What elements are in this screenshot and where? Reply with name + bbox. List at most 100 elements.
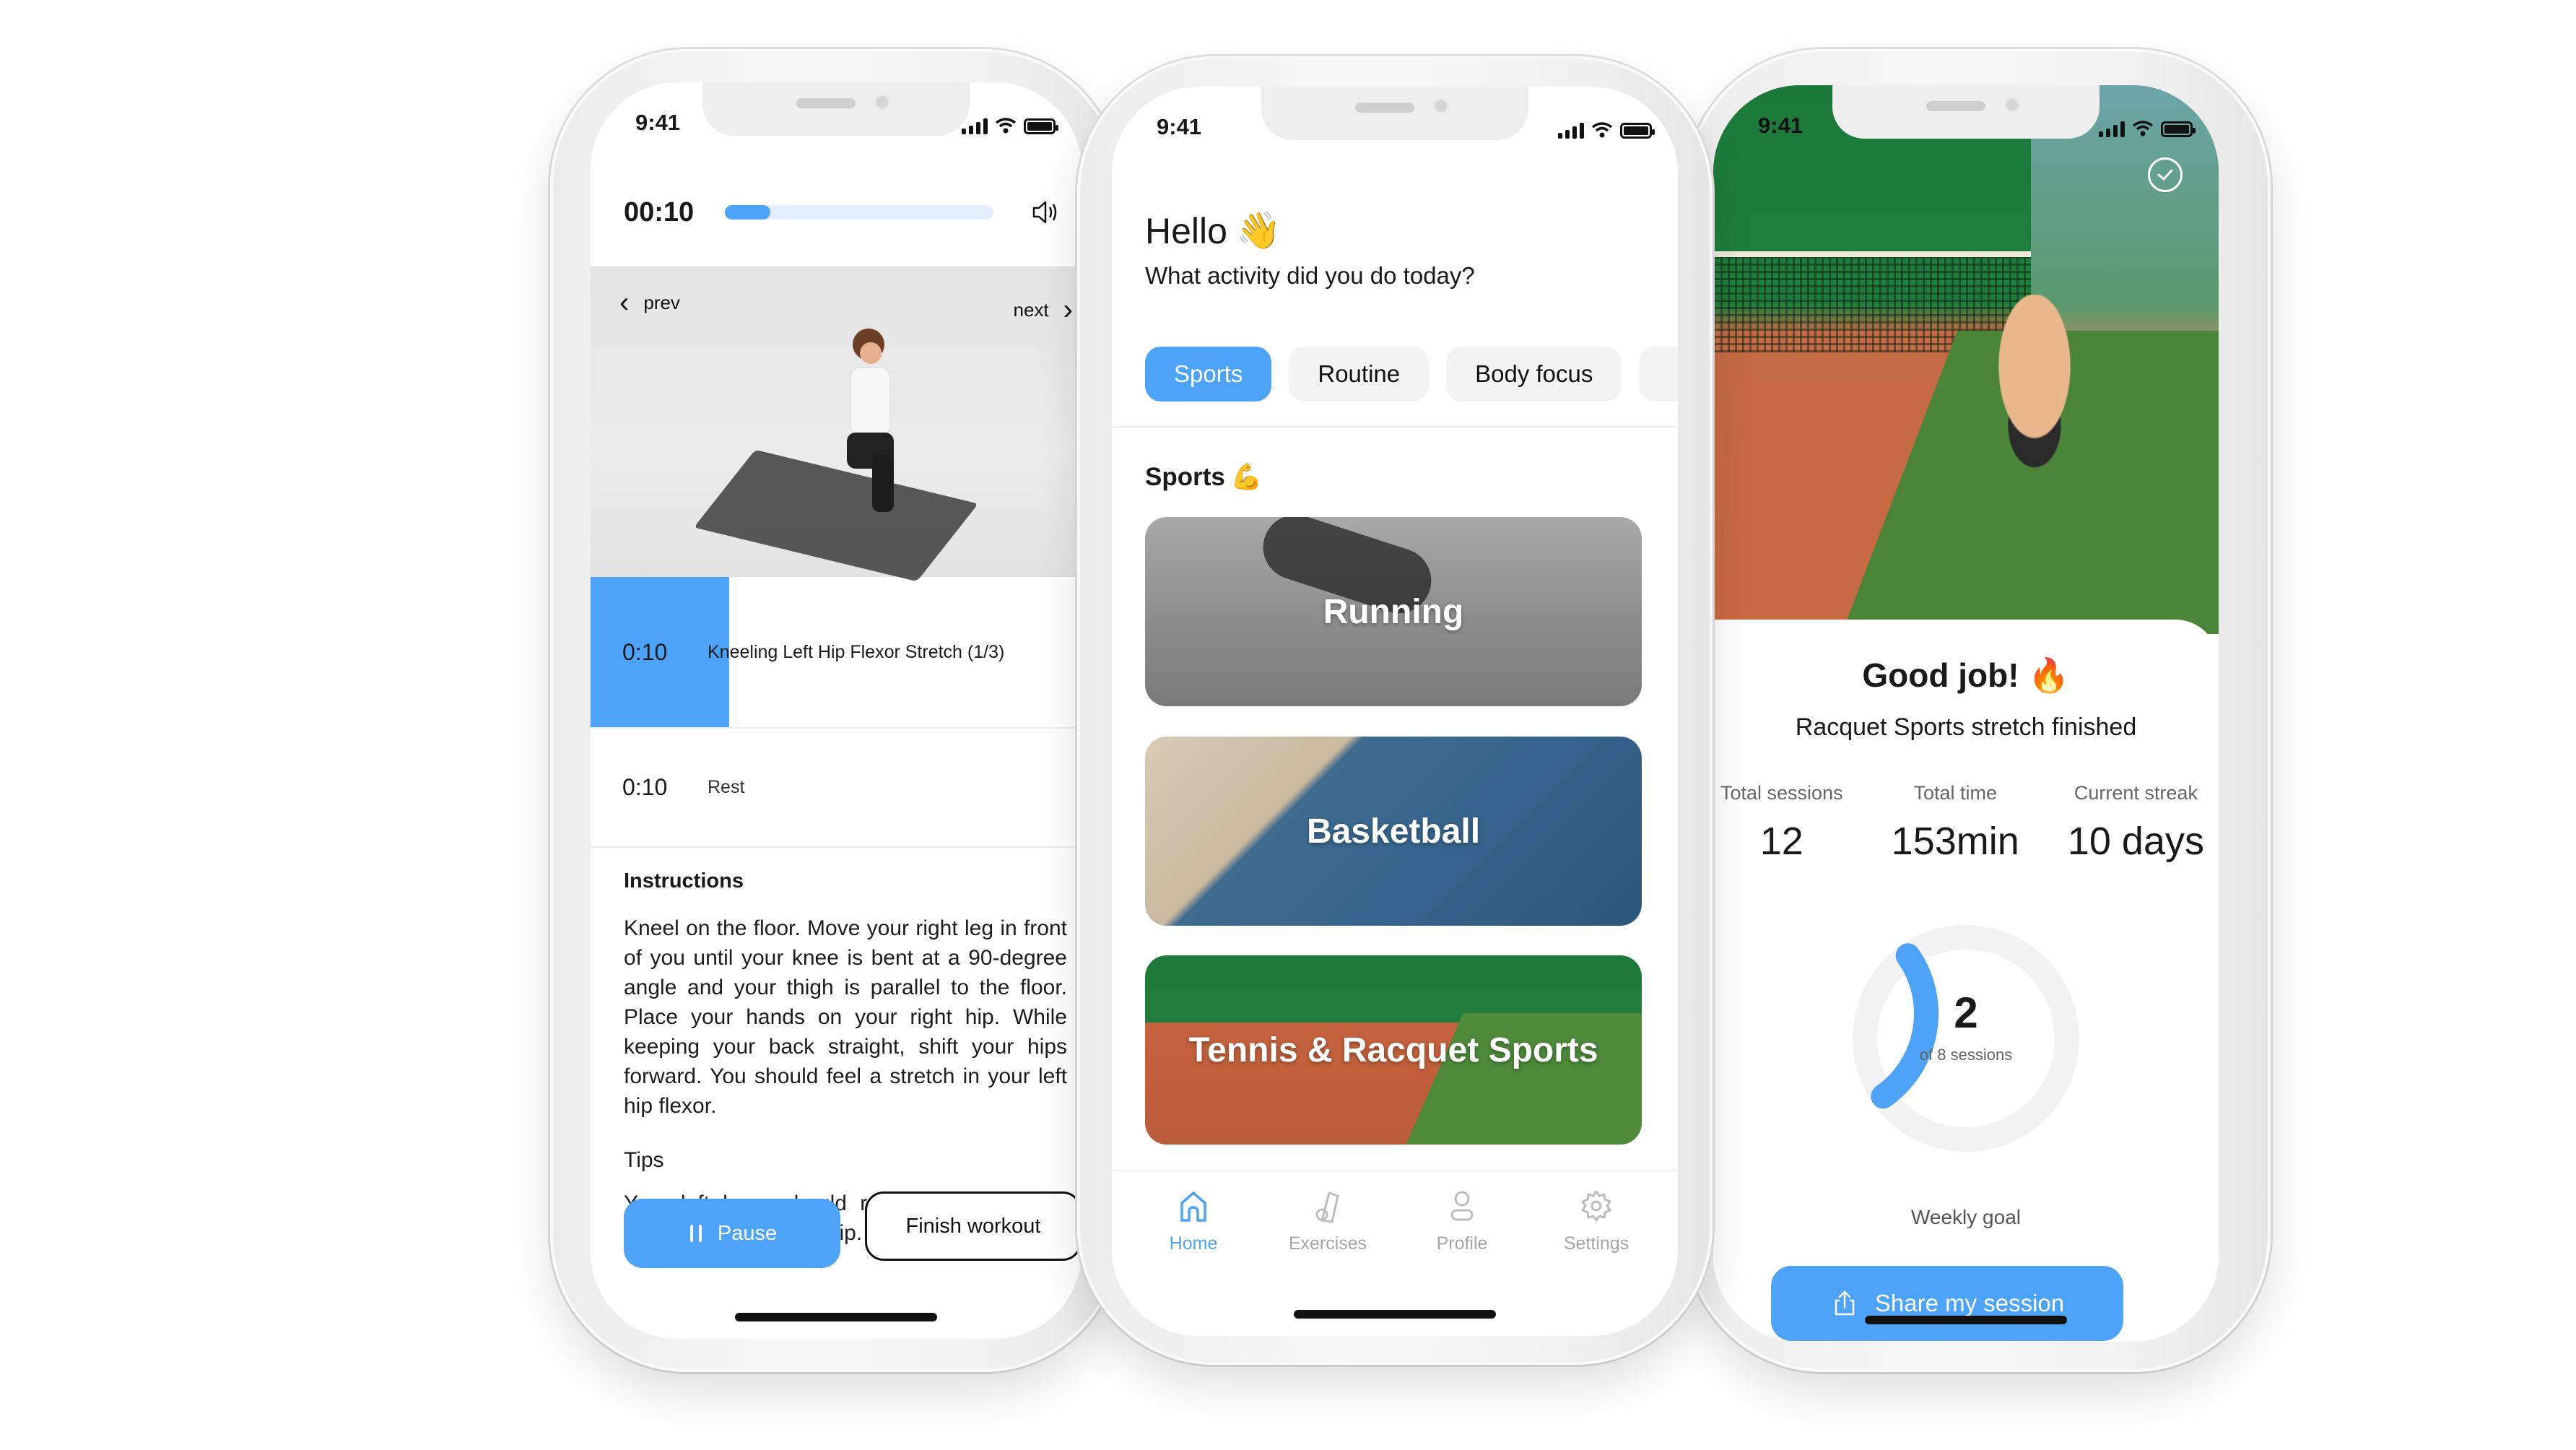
status-bar: 9:41 [1713,107,2219,150]
exercise-video[interactable]: ‹ prev next › [591,266,1082,582]
stat-label: Current streak [2074,782,2198,804]
signal-icon [962,117,988,134]
sport-card-label: Basketball [1306,812,1481,851]
pause-button[interactable]: Pause [624,1199,840,1268]
sports-section-title: Sports 💪 [1145,462,1262,492]
stat-value: 10 days [2067,820,2204,863]
home-icon [1180,1191,1206,1222]
workout-screen: 9:41 00:10 ‹ prev next › 0:10 Kneeling L… [591,82,1082,1339]
chip-more[interactable] [1639,347,1678,401]
good-job-text: Good job! [1862,656,2019,694]
weekly-goal-label: Weekly goal [1910,1206,2021,1228]
tab-settings[interactable]: Settings [1542,1186,1650,1336]
result-subtitle: Racquet Sports stretch finished [1795,713,2137,741]
signal-icon [1558,121,1584,139]
result-title: Good job! 🔥 [1713,656,2219,695]
goal-target: of 8 sessions [1919,1046,2013,1064]
battery-icon [2161,121,2196,137]
battery-icon [1620,123,1655,139]
wifi-icon [2132,121,2154,136]
instructions-title: Instructions [624,869,744,893]
status-time: 9:41 [1157,114,1202,139]
greeting: Hello 👋 What activity did you do today? [1145,209,1475,290]
volume-icon[interactable] [1030,197,1060,227]
stat-total-sessions: Total sessions 12 [1720,782,1843,864]
prev-label: prev [643,291,680,313]
flexed-biceps-icon: 💪 [1230,463,1263,491]
sport-card-tennis[interactable]: Tennis & Racquet Sports [1145,955,1642,1145]
stat-total-time: Total time 153min [1892,782,2019,864]
battery-icon [1024,118,1058,134]
share-session-button[interactable]: Share my session [1771,1266,2123,1341]
wifi-icon [1591,122,1613,138]
status-bar: 9:41 [1112,108,1678,152]
tab-label: Exercises [1288,1233,1367,1254]
tab-label: Settings [1563,1233,1629,1254]
workout-actions: Pause Finish workout [624,1191,1082,1268]
instructions-body: Kneel on the floor. Move your right leg … [624,916,1067,1118]
stat-label: Total sessions [1720,782,1843,804]
waving-hand-icon: 👋 [1235,210,1282,251]
sport-card-label: Tennis & Racquet Sports [1188,1030,1598,1069]
yoga-mat-icon [1315,1191,1339,1223]
result-card: Good job! 🔥 Racquet Sports stretch finis… [1713,620,2219,1342]
stat-value: 153min [1891,820,2019,863]
status-bar: 9:41 [591,104,1082,147]
exercise-row-active[interactable]: 0:10 Kneeling Left Hip Flexor Stretch (1… [591,577,1082,729]
stat-current-streak: Current streak 10 days [2068,782,2204,864]
exercise-name: Kneeling Left Hip Flexor Stretch (1/3) [708,641,1005,662]
sports-heading: Sports [1145,462,1225,491]
prev-button[interactable]: ‹ prev [619,288,680,317]
athlete-figure-image [847,329,894,512]
next-button[interactable]: next › [1014,295,1073,324]
goal-completed: 2 [1954,989,1978,1037]
home-indicator [1865,1316,2067,1324]
pause-label: Pause [717,1221,778,1245]
chip-sports[interactable]: Sports [1145,347,1272,401]
goal-ring-track [1853,925,2079,1152]
share-icon [1835,1290,1855,1316]
stats-row: Total sessions 12 Total time 153min Curr… [1720,782,2204,864]
home-indicator [1294,1310,1496,1319]
category-chips: Sports Routine Body focus [1145,347,1678,401]
phone-workout: 9:41 00:10 ‹ prev next › 0:10 Kneeling L… [550,49,1121,1372]
exercise-list: 0:10 Kneeling Left Hip Flexor Stretch (1… [591,577,1082,848]
status-time: 9:41 [1758,113,1803,138]
home-indicator [735,1313,937,1321]
tab-home[interactable]: Home [1139,1186,1248,1336]
phone-result: 9:41 Good job! 🔥 Racquet Sports stretch … [1686,49,2271,1372]
finish-workout-button[interactable]: Finish workout [865,1191,1082,1261]
timer-progress-fill [725,205,771,220]
stat-value: 12 [1759,820,1803,863]
sport-card-label: Running [1323,592,1464,631]
divider [1112,426,1678,427]
chip-body-focus[interactable]: Body focus [1446,347,1622,401]
phone-home: 9:41 Hello 👋 What activity did you do to… [1077,56,1713,1365]
gear-icon [1581,1190,1611,1222]
result-screen: 9:41 Good job! 🔥 Racquet Sports stretch … [1713,85,2219,1342]
status-time: 9:41 [635,110,681,135]
workout-timer-row: 00:10 [624,191,1060,234]
greeting-title: Hello [1145,210,1227,251]
profile-icon [1450,1191,1474,1221]
tips-title: Tips [624,1148,664,1172]
timer-text: 00:10 [624,196,695,227]
chip-routine[interactable]: Routine [1289,347,1430,401]
tab-label: Profile [1436,1233,1488,1254]
timer-progress-bar [725,205,993,220]
weekly-goal-ring: 2 of 8 sessions [1850,923,2081,1154]
exercise-name: Rest [708,777,745,797]
sport-card-basketball[interactable]: Basketball [1145,737,1642,926]
exercise-row-rest[interactable]: 0:10 Rest [591,729,1082,848]
sport-card-running[interactable]: Running [1145,517,1642,706]
chevron-left-icon: ‹ [619,287,630,318]
stat-label: Total time [1913,782,1997,804]
next-label: next [1013,298,1049,321]
pause-icon [689,1225,702,1242]
check-circle-icon[interactable] [2148,157,2183,192]
signal-icon [2099,120,2125,137]
share-label: Share my session [1874,1290,2065,1316]
wifi-icon [995,118,1017,134]
fire-icon: 🔥 [2028,656,2070,694]
home-screen: 9:41 Hello 👋 What activity did you do to… [1112,87,1678,1336]
